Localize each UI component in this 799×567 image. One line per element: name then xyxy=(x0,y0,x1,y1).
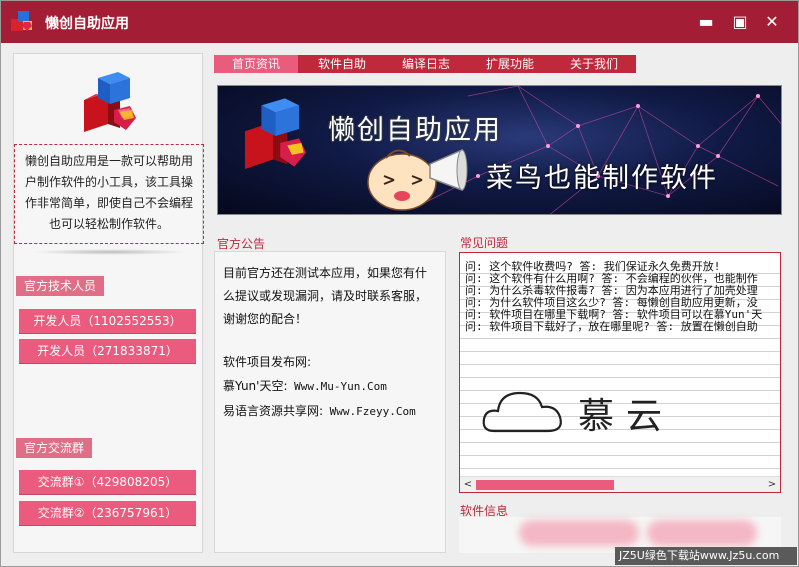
faq-list[interactable]: 问: 这个软件收费吗? 答: 我们保证永久免费开放! 问: 这个软件有什么用啊?… xyxy=(459,252,781,493)
watermark: JZ5U绿色下载站www.Jz5u.com xyxy=(615,547,797,565)
window-title: 懒创自助应用 xyxy=(45,16,129,32)
scroll-right-arrow-icon[interactable]: > xyxy=(764,477,780,492)
cloud-icon xyxy=(482,391,562,433)
developer-contact-button-1[interactable]: 开发人员（1102552553） xyxy=(19,309,196,333)
release-site-1[interactable]: 慕Yun'天空: Www.Mu-Yun.Com xyxy=(223,374,437,399)
left-sidebar: 懒创自助应用是一款可以帮助用户制作软件的小工具，该工具操作非常简单，即使自己不会… xyxy=(13,53,204,553)
cloud-logo-text: 慕云 xyxy=(578,396,675,437)
notice-heading: 官方公告 xyxy=(217,237,266,251)
developer-contact-button-2[interactable]: 开发人员（271833871） xyxy=(19,339,196,363)
faq-item[interactable]: 问: 软件项目下载好了，放在哪里呢? 答: 放置在懒创自助 xyxy=(460,321,780,333)
maximize-button[interactable]: ▣ xyxy=(727,11,753,33)
tab-extensions[interactable]: 扩展功能 xyxy=(468,55,552,73)
faq-horizontal-scrollbar[interactable]: < > xyxy=(460,476,780,492)
notice-text: 目前官方还在测试本应用，如果您有什么提议或发现漏洞，请及时联系客服，谢谢您的配合… xyxy=(223,266,428,326)
banner-title: 懒创自助应用 xyxy=(328,115,502,146)
release-site-1-url[interactable]: Www.Mu-Yun.Com xyxy=(294,380,387,393)
tab-software-self-help[interactable]: 软件自助 xyxy=(300,55,384,73)
faq-heading: 常见问题 xyxy=(460,236,509,250)
scroll-left-arrow-icon[interactable]: < xyxy=(460,477,476,492)
blurred-info-button xyxy=(647,520,757,546)
tab-about-us[interactable]: 关于我们 xyxy=(552,55,636,73)
cloud-logo-art: 慕云 xyxy=(482,381,702,441)
release-site-1-name: 慕Yun'天空: xyxy=(223,379,288,393)
close-button[interactable]: ✕ xyxy=(759,11,785,33)
release-site-2-url[interactable]: Www.Fzeyy.Com xyxy=(330,405,416,418)
main-tabs: 首页资讯 软件自助 编译日志 扩展功能 关于我们 xyxy=(214,55,636,73)
cartoon-mascot-icon xyxy=(367,148,468,211)
app-logo-icon xyxy=(11,11,32,31)
release-site-2[interactable]: 易语言资源共享网: Www.Fzeyy.Com xyxy=(223,399,437,424)
app-window: 懒创自助应用 ▬ ▣ ✕ 懒创自助应用是一款可以帮助用户制作软件的小工具，该工具… xyxy=(0,0,799,567)
release-site-2-name: 易语言资源共享网: xyxy=(223,404,324,418)
tab-compile-log[interactable]: 编译日志 xyxy=(384,55,468,73)
intro-shadow xyxy=(32,249,188,255)
title-bar[interactable]: 懒创自助应用 ▬ ▣ ✕ xyxy=(1,1,798,43)
group-button-1[interactable]: 交流群①（429808205） xyxy=(19,470,196,494)
blurred-info-button xyxy=(519,520,639,546)
scrollbar-thumb[interactable] xyxy=(476,480,614,490)
app-intro-text: 懒创自助应用是一款可以帮助用户制作软件的小工具，该工具操作非常简单，即使自己不会… xyxy=(14,144,204,244)
tab-home-news[interactable]: 首页资讯 xyxy=(214,55,298,73)
release-site-label: 软件项目发布网: xyxy=(223,355,312,369)
group-label: 官方交流群 xyxy=(16,438,93,458)
cube-logo-icon xyxy=(84,72,136,132)
group-button-2[interactable]: 交流群②（236757961） xyxy=(19,501,196,525)
hero-banner: 懒创自助应用 菜鸟也能制作软件 xyxy=(217,85,782,215)
banner-subtitle: 菜鸟也能制作软件 xyxy=(486,163,718,194)
notice-panel: 目前官方还在测试本应用，如果您有什么提议或发现漏洞，请及时联系客服，谢谢您的配合… xyxy=(214,251,446,553)
tech-staff-label: 官方技术人员 xyxy=(16,276,105,296)
minimize-button[interactable]: ▬ xyxy=(693,11,719,33)
banner-cube-logo-icon xyxy=(244,98,307,169)
faq-lines: 问: 这个软件收费吗? 答: 我们保证永久免费开放! 问: 这个软件有什么用啊?… xyxy=(460,261,780,479)
